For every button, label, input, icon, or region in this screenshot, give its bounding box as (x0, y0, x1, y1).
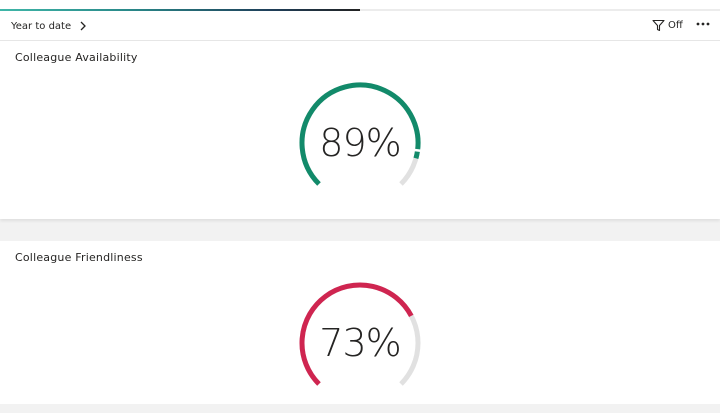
more-options-button[interactable] (694, 16, 712, 32)
period-label: Year to date (11, 20, 72, 32)
kpi-card-friendliness[interactable]: Colleague Friendliness 73% (0, 241, 720, 404)
loading-progress (0, 9, 360, 11)
filter-icon (652, 19, 665, 31)
top-bar: Year to date Off (0, 0, 720, 41)
more-icon (696, 22, 710, 26)
kpi-card-availability[interactable]: Colleague Availability 89% (0, 41, 720, 219)
gauge-value: 73% (319, 321, 401, 365)
gauge-value: 89% (319, 121, 401, 165)
chevron-right-icon (80, 21, 87, 31)
filter-state: Off (668, 19, 683, 31)
period-selector[interactable]: Year to date (11, 18, 87, 34)
filter-button[interactable]: Off (652, 17, 683, 33)
card-title: Colleague Friendliness (15, 251, 143, 264)
card-title: Colleague Availability (15, 51, 138, 64)
